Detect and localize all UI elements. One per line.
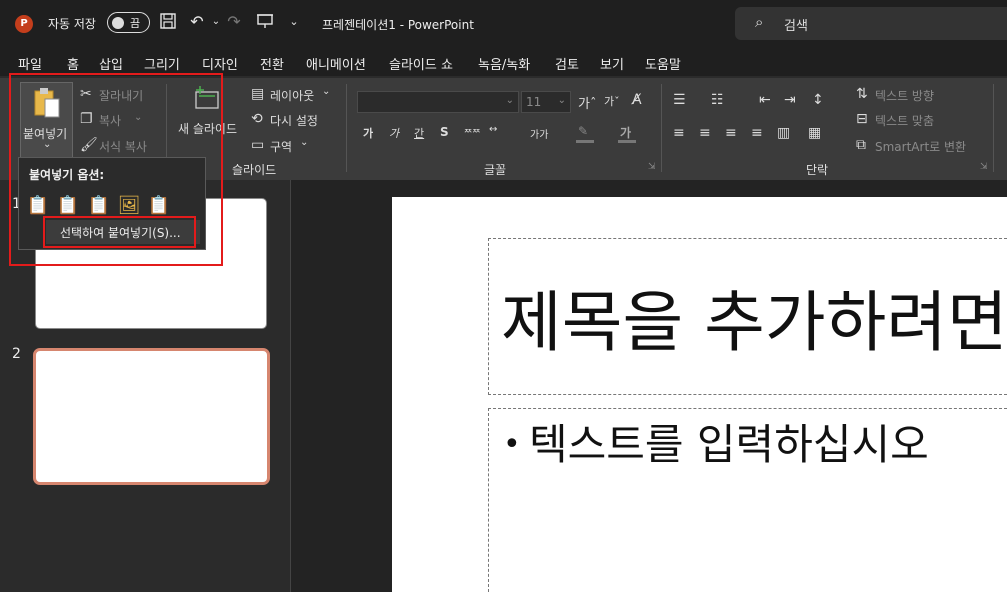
change-case-icon[interactable]: 가가: [530, 126, 548, 141]
redo-icon[interactable]: ↷: [224, 12, 244, 32]
tab-record[interactable]: 녹음/녹화: [478, 54, 530, 73]
bullet-icon: •: [503, 427, 521, 462]
undo-dropdown-icon[interactable]: ⌄: [206, 12, 226, 32]
tab-home[interactable]: 홈: [67, 54, 79, 73]
bold-icon[interactable]: 가: [363, 125, 373, 141]
increase-indent-icon[interactable]: ⇥: [784, 92, 796, 108]
reset-icon: ⟲: [251, 111, 263, 127]
separator: [993, 84, 994, 172]
content-placeholder-text: 텍스트를 입력하십시오: [529, 420, 929, 469]
bullets-icon[interactable]: ☰: [673, 92, 686, 108]
customize-qat-icon[interactable]: ⌄: [284, 12, 304, 32]
distributed-icon[interactable]: ▥: [777, 125, 790, 141]
line-spacing-icon[interactable]: ↕: [812, 92, 824, 108]
text-direction-icon: ⇅: [856, 86, 868, 102]
decrease-indent-icon[interactable]: ⇤: [759, 92, 771, 108]
layout-button[interactable]: 레이아웃: [270, 87, 314, 104]
justify-icon[interactable]: ≡: [751, 125, 763, 141]
tab-draw[interactable]: 그리기: [144, 54, 180, 73]
font-size-value: 11: [526, 95, 542, 109]
chevron-down-icon: ⌄: [505, 95, 514, 106]
font-size-combo[interactable]: 11 ⌄: [521, 91, 571, 113]
layout-icon: ▤: [251, 86, 265, 102]
slide-thumbnail-selected[interactable]: [33, 348, 270, 485]
smartart-button[interactable]: SmartArt로 변환: [875, 138, 966, 155]
toggle-knob: [112, 16, 124, 29]
shrink-font-icon[interactable]: 가ˇ: [604, 93, 620, 109]
search-box[interactable]: ⌕ 검색: [735, 7, 1007, 40]
tab-design[interactable]: 디자인: [202, 54, 238, 73]
font-group-label: 글꼴: [484, 163, 507, 177]
tab-transitions[interactable]: 전환: [260, 54, 284, 73]
tab-file[interactable]: 파일: [18, 54, 42, 73]
paragraph-dialog-launcher-icon[interactable]: ⇲: [980, 162, 988, 172]
tab-help[interactable]: 도움말: [645, 54, 681, 73]
title-placeholder-text: 제목을 추가하려면: [501, 284, 1007, 361]
present-icon[interactable]: [255, 12, 275, 32]
search-icon: ⌕: [755, 13, 764, 31]
section-button[interactable]: 구역: [270, 138, 292, 155]
slides-group-label: 슬라이드: [232, 163, 277, 177]
font-dialog-launcher-icon[interactable]: ⇲: [648, 162, 656, 172]
section-dropdown-icon[interactable]: ⌄: [300, 137, 308, 148]
tab-slideshow[interactable]: 슬라이드 쇼: [389, 54, 453, 73]
paragraph-group-label: 단락: [806, 163, 829, 177]
tab-view[interactable]: 보기: [600, 54, 624, 73]
content-placeholder[interactable]: • 텍스트를 입력하십시오: [488, 408, 1007, 592]
grow-font-icon[interactable]: 가ˆ: [578, 93, 596, 112]
save-icon[interactable]: [158, 12, 178, 32]
align-text-button[interactable]: 텍스트 맞춤: [875, 112, 934, 129]
layout-dropdown-icon[interactable]: ⌄: [322, 86, 330, 97]
document-title: 프레젠테이션1 - PowerPoint: [322, 18, 474, 32]
font-name-combo[interactable]: ⌄: [357, 91, 519, 113]
align-text-icon: ⊟: [856, 111, 868, 127]
autosave-state: 끔: [130, 17, 141, 30]
align-left-icon[interactable]: ≡: [673, 125, 685, 141]
separator: [346, 84, 347, 172]
numbering-icon[interactable]: ☷: [711, 92, 724, 108]
character-spacing-icon[interactable]: ↔: [489, 124, 497, 135]
tab-insert[interactable]: 삽입: [99, 54, 123, 73]
font-color-icon[interactable]: 가: [618, 124, 640, 143]
separator: [661, 84, 662, 172]
highlight-color-icon[interactable]: ✎: [576, 124, 598, 143]
tab-animations[interactable]: 애니메이션: [306, 54, 366, 73]
align-right-icon[interactable]: ≡: [725, 125, 737, 141]
underline-icon[interactable]: 간: [414, 125, 424, 141]
columns-icon[interactable]: ▦: [808, 125, 821, 141]
powerpoint-logo-icon: P: [15, 15, 33, 33]
ribbon-tabs: 파일 홈 삽입 그리기 디자인 전환 애니메이션 슬라이드 쇼 녹음/녹화 검토…: [0, 46, 1007, 76]
align-center-icon[interactable]: ≡: [699, 125, 711, 141]
clear-formatting-icon[interactable]: A̸: [632, 92, 642, 108]
text-direction-button[interactable]: 텍스트 방향: [875, 87, 934, 104]
shadow-icon[interactable]: S: [440, 125, 449, 139]
chevron-down-icon: ⌄: [557, 95, 566, 106]
italic-icon[interactable]: 가: [389, 125, 399, 141]
section-icon: ▭: [251, 137, 265, 153]
autosave-toggle[interactable]: 끔: [107, 12, 150, 33]
autosave-label: 자동 저장: [48, 17, 96, 31]
smartart-icon: ⧉: [856, 137, 866, 153]
search-input[interactable]: 검색: [784, 15, 808, 34]
strikethrough-icon[interactable]: ᄍᄍ: [464, 126, 481, 139]
title-bar: P 자동 저장 끔 ↶ ⌄ ↷ ⌄ 프레젠테이션1 - PowerPoint ⌕…: [0, 0, 1007, 46]
reset-button[interactable]: 다시 설정: [270, 112, 318, 129]
highlight-box: [43, 216, 196, 248]
title-placeholder[interactable]: 제목을 추가하려면: [488, 238, 1007, 395]
tab-review[interactable]: 검토: [555, 54, 579, 73]
undo-icon[interactable]: ↶: [187, 12, 207, 32]
slide-number: 2: [12, 346, 21, 362]
